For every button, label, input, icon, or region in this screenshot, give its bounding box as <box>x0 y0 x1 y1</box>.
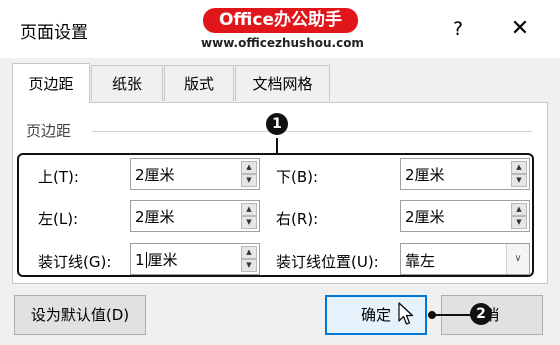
spin-up-icon[interactable]: ▲ <box>241 161 257 174</box>
close-button[interactable]: ✕ <box>505 14 535 44</box>
dialog-title: 页面设置 <box>20 23 88 43</box>
tab-layout[interactable]: 版式 <box>164 65 234 101</box>
watermark-url: www.officezhushou.com <box>201 36 364 50</box>
left-margin-value[interactable]: 2厘米 <box>135 206 175 227</box>
set-default-button[interactable]: 设为默认值(D) <box>14 295 146 335</box>
spin-down-icon[interactable]: ▼ <box>241 174 257 187</box>
mouse-cursor-icon <box>398 302 414 325</box>
tab-paper[interactable]: 纸张 <box>91 65 163 101</box>
text-caret <box>145 252 147 268</box>
top-margin-label: 上(T): <box>38 168 79 186</box>
gutter-position-value: 靠左 <box>405 252 436 270</box>
gutter-spinner[interactable]: 1 厘米 ▲ ▼ <box>130 243 260 275</box>
annotation-badge-2: 2 <box>470 303 492 325</box>
spin-up-icon[interactable]: ▲ <box>511 161 527 174</box>
bottom-margin-spinner[interactable]: 2厘米 ▲ ▼ <box>400 158 530 190</box>
top-margin-spinner[interactable]: 2厘米 ▲ ▼ <box>130 158 260 190</box>
gutter-value-unit: 厘米 <box>147 251 178 269</box>
gutter-value-number: 1 <box>135 251 145 269</box>
spin-up-icon[interactable]: ▲ <box>241 246 257 259</box>
spin-down-icon[interactable]: ▼ <box>511 216 527 229</box>
annotation-badge-1: 1 <box>266 113 288 135</box>
right-margin-spinner[interactable]: 2厘米 ▲ ▼ <box>400 200 530 232</box>
tab-document-grid[interactable]: 文档网格 <box>235 65 330 101</box>
left-margin-spinner[interactable]: 2厘米 ▲ ▼ <box>130 200 260 232</box>
tab-margins[interactable]: 页边距 <box>12 63 90 103</box>
watermark-badge: Office办公助手 <box>203 8 358 33</box>
spin-down-icon[interactable]: ▼ <box>511 174 527 187</box>
annotation-connector-2 <box>432 314 472 316</box>
section-label: 页边距 <box>26 122 72 140</box>
chevron-down-icon[interactable]: ∨ <box>506 244 529 274</box>
gutter-position-select[interactable]: 靠左 ∨ <box>400 243 530 275</box>
right-margin-label: 右(R): <box>276 210 319 228</box>
spin-down-icon[interactable]: ▼ <box>241 216 257 229</box>
help-button[interactable]: ? <box>445 14 471 44</box>
bottom-margin-label: 下(B): <box>276 168 319 186</box>
right-margin-value[interactable]: 2厘米 <box>405 206 445 227</box>
spin-down-icon[interactable]: ▼ <box>241 259 257 272</box>
left-margin-label: 左(L): <box>38 210 79 228</box>
annotation-dot <box>428 311 436 319</box>
gutter-value[interactable]: 1 厘米 <box>135 249 178 270</box>
gutter-position-label: 装订线位置(U): <box>276 253 379 271</box>
annotation-connector-1 <box>276 138 278 154</box>
spin-up-icon[interactable]: ▲ <box>241 203 257 216</box>
top-margin-value[interactable]: 2厘米 <box>135 164 175 185</box>
bottom-margin-value[interactable]: 2厘米 <box>405 164 445 185</box>
gutter-label: 装订线(G): <box>38 253 112 271</box>
spin-up-icon[interactable]: ▲ <box>511 203 527 216</box>
section-divider <box>92 131 532 132</box>
